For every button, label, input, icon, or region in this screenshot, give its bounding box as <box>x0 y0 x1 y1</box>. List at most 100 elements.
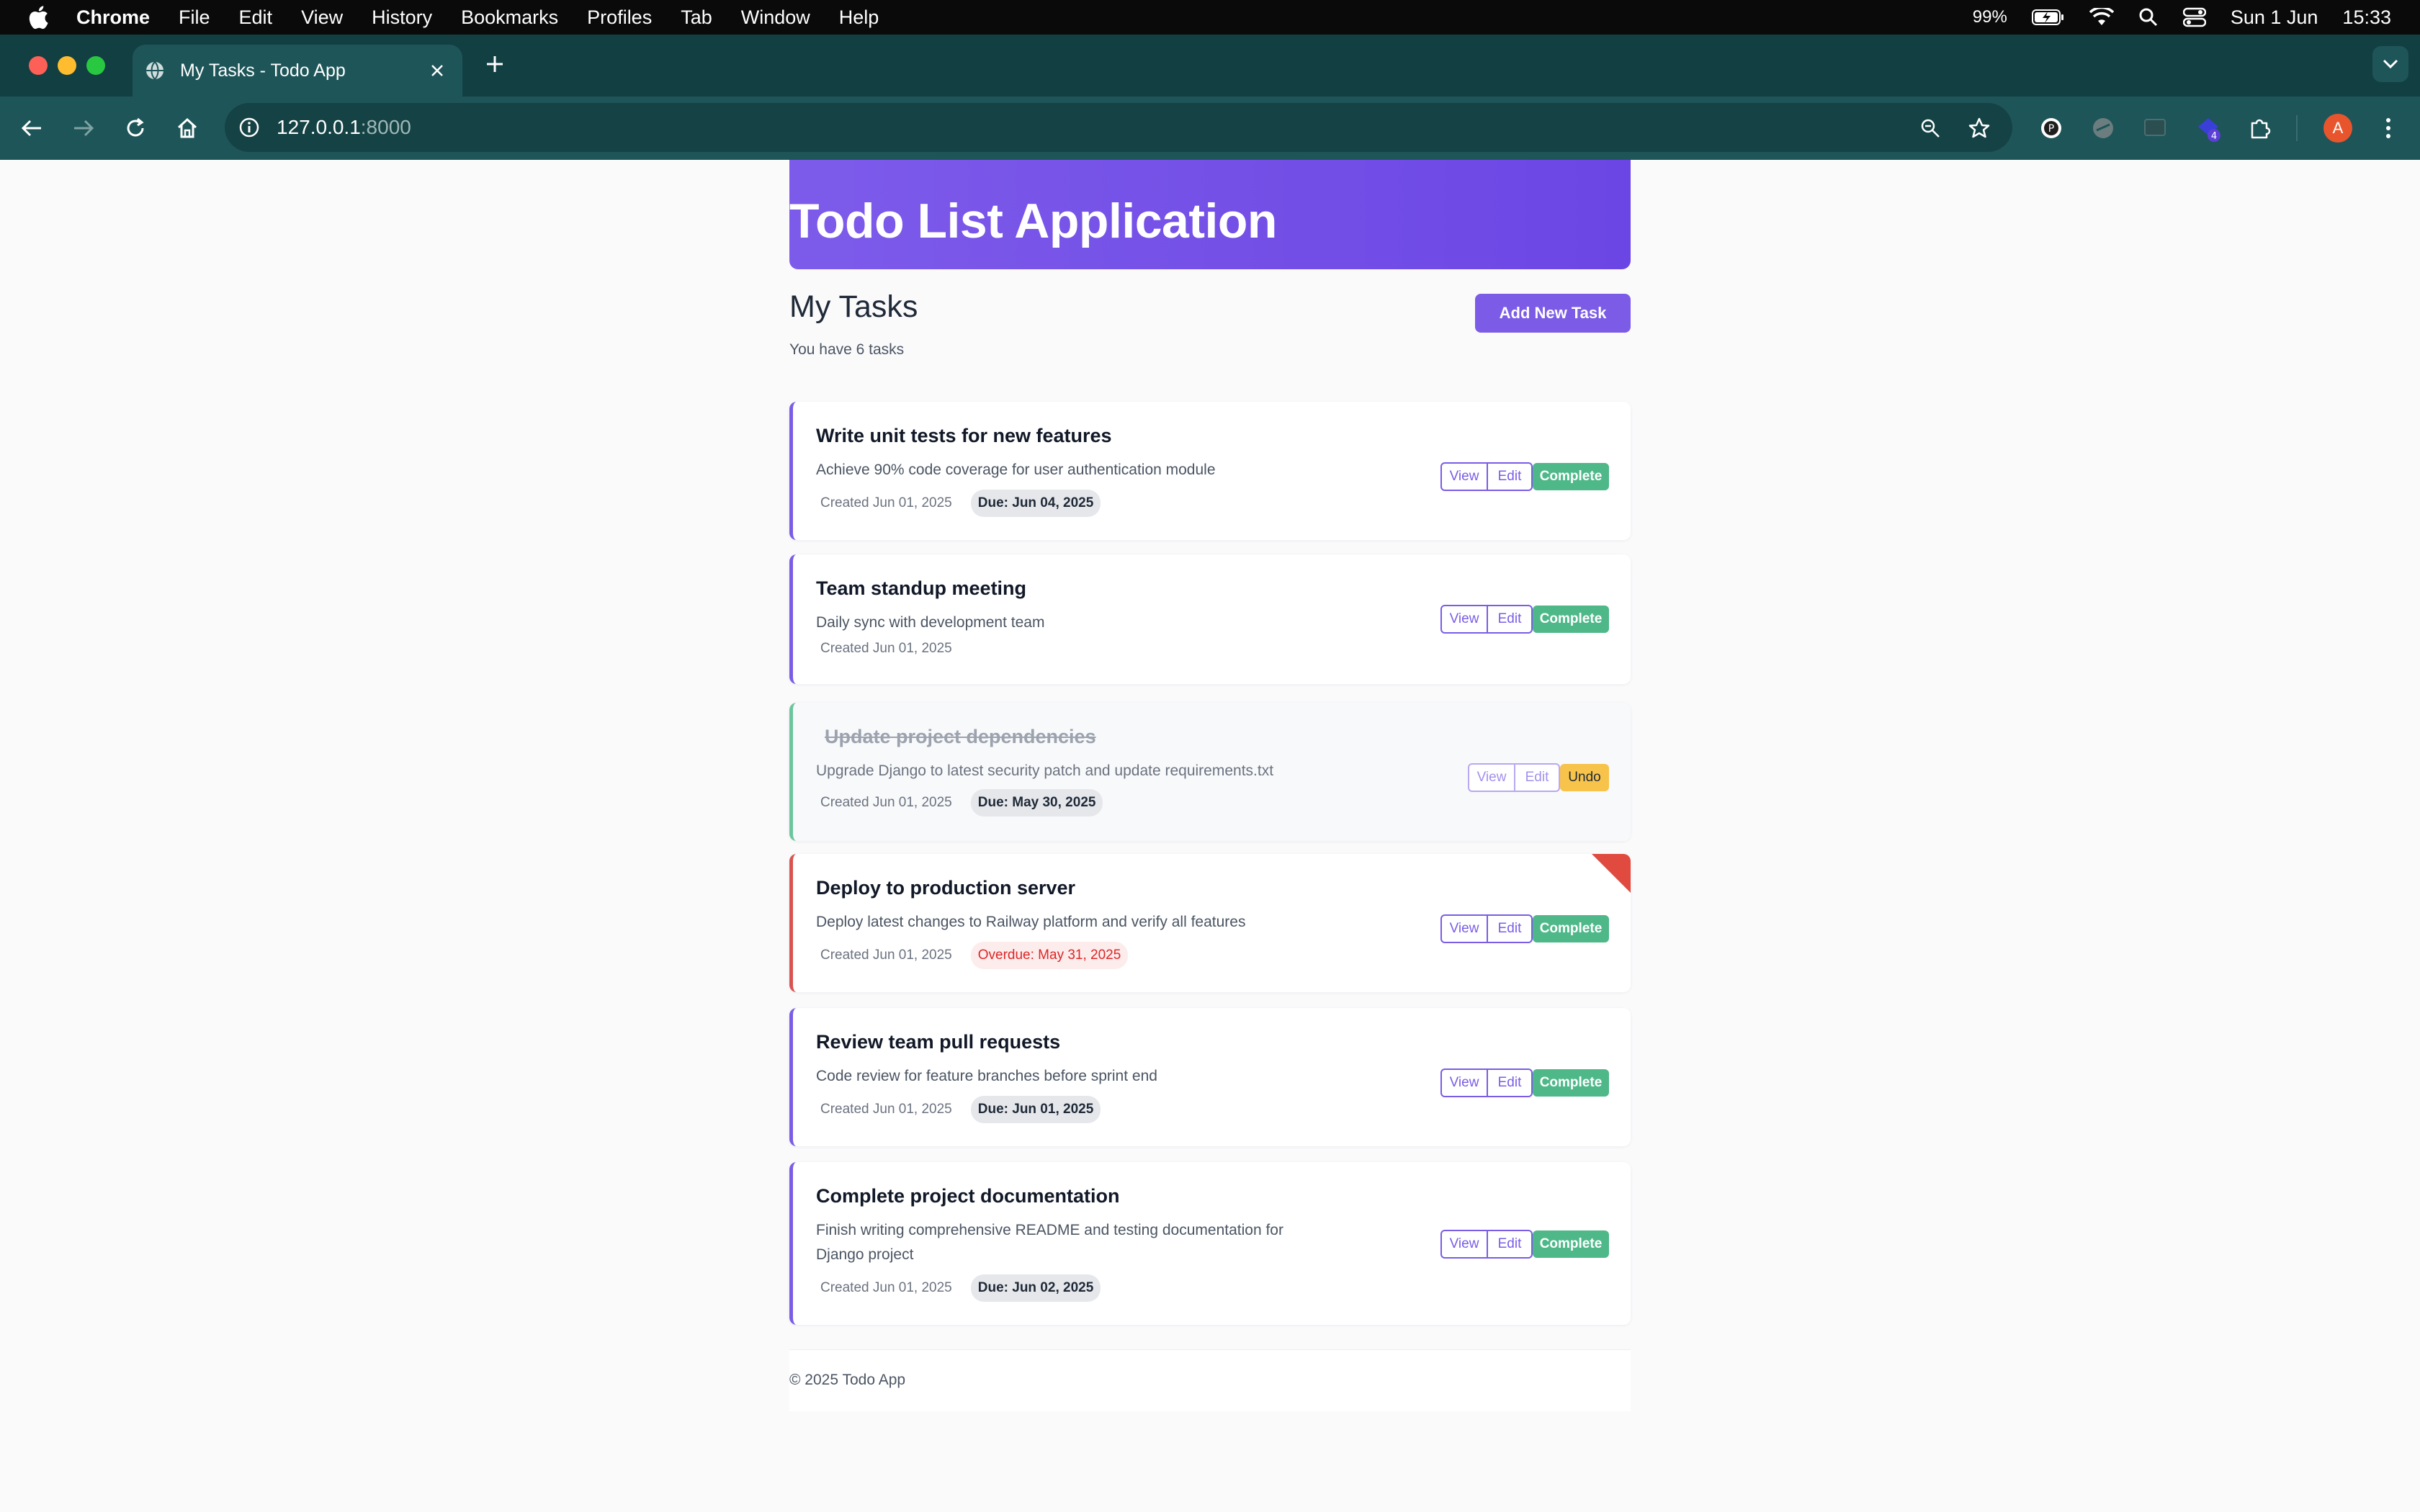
new-tab-plus-icon[interactable] <box>483 52 507 76</box>
url-host: 127.0.0.1 <box>277 116 361 138</box>
task-created-date: Created Jun 01, 2025 <box>820 795 952 810</box>
globe-icon <box>144 60 166 81</box>
view-task-button[interactable]: View <box>1440 1068 1488 1097</box>
menu-app-name[interactable]: Chrome <box>76 6 150 29</box>
menu-profiles[interactable]: Profiles <box>587 6 652 29</box>
task-actions: View Edit Complete <box>1440 462 1609 491</box>
bookmark-star-icon[interactable] <box>1963 112 1995 144</box>
complete-task-button[interactable]: Complete <box>1533 915 1609 942</box>
app-title: Todo List Application <box>789 194 1277 248</box>
svg-text:P: P <box>2048 123 2054 135</box>
view-task-button[interactable]: View <box>1440 605 1488 634</box>
undo-task-button[interactable]: Undo <box>1560 764 1609 791</box>
task-meta: Created Jun 01, 2025 <box>820 641 971 657</box>
profile-avatar[interactable]: A <box>2323 114 2352 143</box>
extension-screen-icon[interactable] <box>2139 112 2171 144</box>
wifi-icon[interactable] <box>2089 8 2114 27</box>
page-title: My Tasks <box>789 289 918 324</box>
menu-view[interactable]: View <box>301 6 343 29</box>
task-description: Daily sync with development team <box>816 614 1045 631</box>
task-actions: View Edit Complete <box>1440 605 1609 634</box>
spotlight-search-icon[interactable] <box>2138 7 2159 27</box>
complete-task-button[interactable]: Complete <box>1533 463 1609 490</box>
menu-history[interactable]: History <box>372 6 432 29</box>
site-info-icon[interactable] <box>236 114 262 140</box>
task-title[interactable]: Review team pull requests <box>816 1031 1060 1053</box>
menu-bookmarks[interactable]: Bookmarks <box>461 6 558 29</box>
task-due-badge: Due: Jun 01, 2025 <box>970 1096 1101 1123</box>
toolbar-divider <box>2296 115 2298 141</box>
home-icon[interactable] <box>171 112 203 144</box>
task-due-badge: Due: Jun 02, 2025 <box>970 1274 1101 1302</box>
complete-task-button[interactable]: Complete <box>1533 606 1609 633</box>
task-title[interactable]: Update project dependencies <box>825 726 1096 748</box>
task-meta: Created Jun 01, 2025 Due: Jun 02, 2025 <box>820 1274 1101 1302</box>
hero-banner: Todo List Application <box>789 160 1631 269</box>
kebab-menu-icon[interactable] <box>2372 112 2404 144</box>
task-description: Upgrade Django to latest security patch … <box>816 762 1274 779</box>
apple-icon[interactable] <box>26 5 50 30</box>
reload-icon[interactable] <box>120 112 151 144</box>
extensions-puzzle-icon[interactable] <box>2244 112 2276 144</box>
edit-task-button[interactable]: Edit <box>1488 914 1533 943</box>
forward-arrow-icon[interactable] <box>68 112 99 144</box>
battery-icon[interactable] <box>2031 9 2065 25</box>
task-due-badge: Due: May 30, 2025 <box>970 789 1103 816</box>
menubar-date[interactable]: Sun 1 Jun <box>2231 6 2318 29</box>
task-created-date: Created Jun 01, 2025 <box>820 641 952 656</box>
zoom-icon[interactable] <box>1914 112 1946 144</box>
task-title[interactable]: Complete project documentation <box>816 1185 1120 1207</box>
menu-tab[interactable]: Tab <box>681 6 712 29</box>
task-card-overdue: Deploy to production server Deploy lates… <box>789 854 1631 992</box>
tab-search-chevron-icon[interactable] <box>2372 46 2408 82</box>
view-task-button[interactable]: View <box>1468 763 1515 792</box>
back-arrow-icon[interactable] <box>16 112 48 144</box>
add-new-task-button[interactable]: Add New Task <box>1475 294 1631 333</box>
control-center-icon[interactable] <box>2182 7 2206 27</box>
edit-task-button[interactable]: Edit <box>1488 462 1533 491</box>
task-created-date: Created Jun 01, 2025 <box>820 948 952 963</box>
menu-window[interactable]: Window <box>741 6 810 29</box>
task-created-date: Created Jun 01, 2025 <box>820 495 952 510</box>
task-count: You have 6 tasks <box>789 341 905 358</box>
view-task-button[interactable]: View <box>1440 462 1488 491</box>
tab-close-icon[interactable] <box>426 60 448 81</box>
complete-task-button[interactable]: Complete <box>1533 1230 1609 1258</box>
menu-file[interactable]: File <box>179 6 210 29</box>
menu-edit[interactable]: Edit <box>239 6 273 29</box>
task-created-date: Created Jun 01, 2025 <box>820 1280 952 1295</box>
task-title[interactable]: Write unit tests for new features <box>816 425 1112 447</box>
task-description: Deploy latest changes to Railway platfor… <box>816 914 1246 930</box>
task-meta: Created Jun 01, 2025 Due: Jun 01, 2025 <box>820 1096 1101 1123</box>
extension-badge-count: 4 <box>2211 131 2217 142</box>
menubar-time[interactable]: 15:33 <box>2342 6 2391 29</box>
window-maximize-button[interactable] <box>86 56 105 75</box>
window-close-button[interactable] <box>29 56 48 75</box>
task-description: Achieve 90% code coverage for user authe… <box>816 462 1216 478</box>
window-minimize-button[interactable] <box>58 56 76 75</box>
task-actions: View Edit Complete <box>1440 914 1609 943</box>
task-title[interactable]: Team standup meeting <box>816 577 1026 600</box>
menu-help[interactable]: Help <box>839 6 879 29</box>
macos-menu-bar: Chrome File Edit View History Bookmarks … <box>0 0 2420 35</box>
edit-task-button[interactable]: Edit <box>1515 763 1560 792</box>
task-meta: Created Jun 01, 2025 Overdue: May 31, 20… <box>820 942 1129 969</box>
tab-title: My Tasks - Todo App <box>180 60 346 81</box>
edit-task-button[interactable]: Edit <box>1488 1068 1533 1097</box>
task-title[interactable]: Deploy to production server <box>816 877 1075 899</box>
edit-task-button[interactable]: Edit <box>1488 1230 1533 1259</box>
task-card: Write unit tests for new features Achiev… <box>789 402 1631 540</box>
complete-task-button[interactable]: Complete <box>1533 1069 1609 1097</box>
edit-task-button[interactable]: Edit <box>1488 605 1533 634</box>
view-task-button[interactable]: View <box>1440 1230 1488 1259</box>
address-bar[interactable]: 127.0.0.1:8000 <box>225 103 2012 152</box>
extension-shield-icon[interactable]: P <box>2035 112 2067 144</box>
tab-my-tasks[interactable]: My Tasks - Todo App <box>133 45 462 96</box>
task-actions: View Edit Undo <box>1468 763 1609 792</box>
view-task-button[interactable]: View <box>1440 914 1488 943</box>
overdue-corner-flag <box>1592 854 1631 893</box>
extension-gray-icon[interactable] <box>2087 112 2119 144</box>
url-port: :8000 <box>360 116 411 138</box>
url-text[interactable]: 127.0.0.1:8000 <box>277 116 411 139</box>
extension-badge-icon[interactable]: 4 <box>2192 112 2224 144</box>
